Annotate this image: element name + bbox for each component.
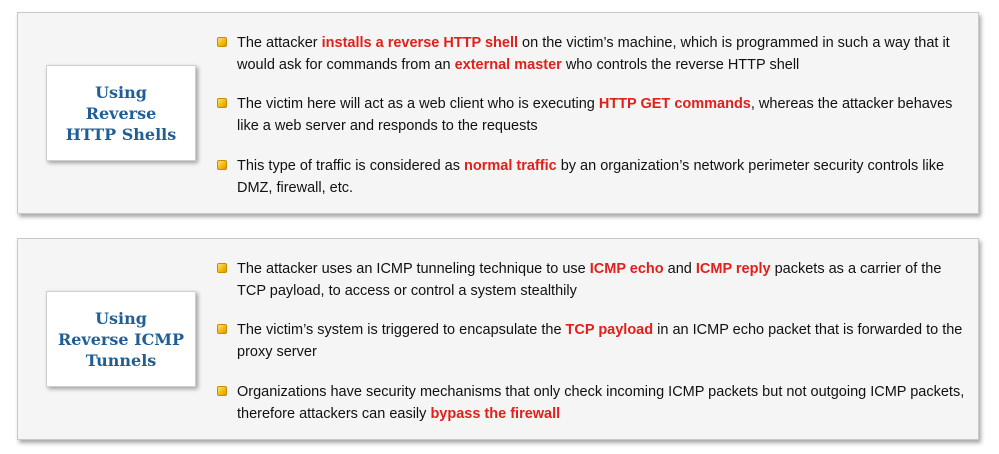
highlighted-term: ICMP reply bbox=[695, 261, 771, 277]
bullet-square-icon bbox=[217, 324, 227, 334]
bullet-square-icon bbox=[217, 386, 227, 396]
highlighted-term: HTTP GET commands bbox=[598, 96, 751, 112]
bullet-square-icon bbox=[217, 263, 227, 273]
text-segment: This type of traffic is considered as bbox=[237, 158, 465, 174]
bullet-text: Organizations have security mechanisms t… bbox=[237, 384, 964, 422]
bullet-item: The victim here will act as a web client… bbox=[215, 93, 966, 137]
text-segment: The attacker uses an ICMP tunneling tech… bbox=[237, 261, 590, 277]
text-segment: The victim here will act as a web client… bbox=[237, 96, 599, 112]
highlighted-term: external master bbox=[454, 57, 562, 73]
highlighted-term: bypass the firewall bbox=[430, 406, 561, 422]
bullet-text: The victim here will act as a web client… bbox=[237, 96, 952, 134]
bullet-square-icon bbox=[217, 37, 227, 47]
bullet-text: This type of traffic is considered as no… bbox=[237, 158, 944, 196]
text-segment: Organizations have security mechanisms t… bbox=[237, 384, 965, 422]
bullet-item: Organizations have security mechanisms t… bbox=[215, 381, 966, 425]
icmp-tunnels-title-box: Using Reverse ICMP Tunnels bbox=[46, 291, 196, 387]
text-segment: The attacker bbox=[237, 35, 322, 51]
http-shells-title: Using Reverse HTTP Shells bbox=[65, 82, 177, 144]
highlighted-term: ICMP echo bbox=[589, 261, 664, 277]
http-shells-title-box: Using Reverse HTTP Shells bbox=[46, 65, 196, 161]
bullet-square-icon bbox=[217, 98, 227, 108]
bullet-text: The attacker installs a reverse HTTP she… bbox=[237, 35, 950, 73]
text-segment: and bbox=[663, 261, 696, 277]
bullet-text: The victim’s system is triggered to enca… bbox=[237, 322, 962, 360]
bullet-square-icon bbox=[217, 160, 227, 170]
http-shells-panel: Using Reverse HTTP Shells The attacker i… bbox=[17, 12, 979, 214]
bullet-item: The attacker installs a reverse HTTP she… bbox=[215, 32, 966, 76]
highlighted-term: installs a reverse HTTP shell bbox=[321, 35, 519, 51]
icmp-tunnels-title: Using Reverse ICMP Tunnels bbox=[57, 308, 185, 370]
bullet-item: The attacker uses an ICMP tunneling tech… bbox=[215, 258, 966, 302]
text-segment: The victim’s system is triggered to enca… bbox=[237, 322, 566, 338]
bullet-item: This type of traffic is considered as no… bbox=[215, 155, 966, 199]
icmp-tunnels-panel: Using Reverse ICMP Tunnels The attacker … bbox=[17, 238, 979, 440]
highlighted-term: normal traffic bbox=[464, 158, 557, 174]
bullet-text: The attacker uses an ICMP tunneling tech… bbox=[237, 261, 941, 299]
text-segment: who controls the reverse HTTP shell bbox=[561, 57, 800, 73]
highlighted-term: TCP payload bbox=[565, 322, 654, 338]
bullet-item: The victim’s system is triggered to enca… bbox=[215, 319, 966, 363]
